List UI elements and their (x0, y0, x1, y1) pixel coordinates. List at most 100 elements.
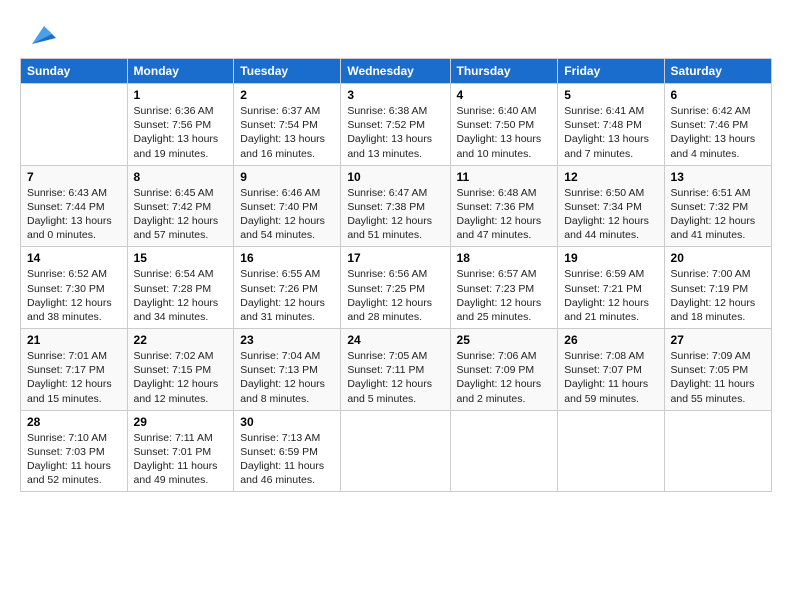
day-info: Sunrise: 7:04 AM Sunset: 7:13 PM Dayligh… (240, 349, 334, 406)
calendar-cell (558, 410, 664, 492)
calendar-cell (21, 84, 128, 166)
day-info: Sunrise: 6:59 AM Sunset: 7:21 PM Dayligh… (564, 267, 657, 324)
calendar-cell: 8 Sunrise: 6:45 AM Sunset: 7:42 PM Daylig… (127, 165, 234, 247)
day-number: 3 (347, 88, 443, 102)
day-number: 28 (27, 415, 121, 429)
week-row-4: 21 Sunrise: 7:01 AM Sunset: 7:17 PM Dayli… (21, 329, 772, 411)
page: SundayMondayTuesdayWednesdayThursdayFrid… (0, 0, 792, 612)
calendar-cell: 30 Sunrise: 7:13 AM Sunset: 6:59 PM Dayli… (234, 410, 341, 492)
day-number: 24 (347, 333, 443, 347)
day-number: 29 (134, 415, 228, 429)
calendar-table: SundayMondayTuesdayWednesdayThursdayFrid… (20, 58, 772, 492)
day-info: Sunrise: 7:11 AM Sunset: 7:01 PM Dayligh… (134, 431, 228, 488)
day-info: Sunrise: 6:48 AM Sunset: 7:36 PM Dayligh… (457, 186, 552, 243)
day-info: Sunrise: 6:38 AM Sunset: 7:52 PM Dayligh… (347, 104, 443, 161)
day-number: 19 (564, 251, 657, 265)
day-info: Sunrise: 7:06 AM Sunset: 7:09 PM Dayligh… (457, 349, 552, 406)
weekday-header-monday: Monday (127, 59, 234, 84)
header (20, 16, 772, 48)
calendar-cell: 24 Sunrise: 7:05 AM Sunset: 7:11 PM Dayli… (341, 329, 450, 411)
calendar-cell: 2 Sunrise: 6:37 AM Sunset: 7:54 PM Daylig… (234, 84, 341, 166)
calendar-cell: 4 Sunrise: 6:40 AM Sunset: 7:50 PM Daylig… (450, 84, 558, 166)
day-info: Sunrise: 6:56 AM Sunset: 7:25 PM Dayligh… (347, 267, 443, 324)
day-info: Sunrise: 6:43 AM Sunset: 7:44 PM Dayligh… (27, 186, 121, 243)
day-number: 13 (671, 170, 765, 184)
calendar-cell: 17 Sunrise: 6:56 AM Sunset: 7:25 PM Dayli… (341, 247, 450, 329)
calendar-cell: 20Sunrise: 7:00 AM Sunset: 7:19 PM Dayli… (664, 247, 771, 329)
calendar-cell: 7 Sunrise: 6:43 AM Sunset: 7:44 PM Daylig… (21, 165, 128, 247)
day-info: Sunrise: 6:46 AM Sunset: 7:40 PM Dayligh… (240, 186, 334, 243)
day-number: 25 (457, 333, 552, 347)
day-number: 9 (240, 170, 334, 184)
day-number: 4 (457, 88, 552, 102)
calendar-cell (450, 410, 558, 492)
calendar-cell: 5 Sunrise: 6:41 AM Sunset: 7:48 PM Daylig… (558, 84, 664, 166)
calendar-cell: 23 Sunrise: 7:04 AM Sunset: 7:13 PM Dayli… (234, 329, 341, 411)
calendar-cell: 29 Sunrise: 7:11 AM Sunset: 7:01 PM Dayli… (127, 410, 234, 492)
day-info: Sunrise: 6:50 AM Sunset: 7:34 PM Dayligh… (564, 186, 657, 243)
day-info: Sunrise: 6:47 AM Sunset: 7:38 PM Dayligh… (347, 186, 443, 243)
day-number: 12 (564, 170, 657, 184)
week-row-2: 7 Sunrise: 6:43 AM Sunset: 7:44 PM Daylig… (21, 165, 772, 247)
calendar-cell: 9 Sunrise: 6:46 AM Sunset: 7:40 PM Daylig… (234, 165, 341, 247)
logo (20, 16, 56, 48)
logo-icon (24, 16, 56, 48)
day-number: 7 (27, 170, 121, 184)
day-number: 8 (134, 170, 228, 184)
day-info: Sunrise: 7:05 AM Sunset: 7:11 PM Dayligh… (347, 349, 443, 406)
day-number: 2 (240, 88, 334, 102)
day-number: 21 (27, 333, 121, 347)
week-row-5: 28 Sunrise: 7:10 AM Sunset: 7:03 PM Dayli… (21, 410, 772, 492)
day-info: Sunrise: 6:42 AM Sunset: 7:46 PM Dayligh… (671, 104, 765, 161)
day-number: 17 (347, 251, 443, 265)
day-number: 22 (134, 333, 228, 347)
day-number: 30 (240, 415, 334, 429)
calendar-cell (664, 410, 771, 492)
day-info: Sunrise: 6:52 AM Sunset: 7:30 PM Dayligh… (27, 267, 121, 324)
day-number: 15 (134, 251, 228, 265)
day-info: Sunrise: 6:40 AM Sunset: 7:50 PM Dayligh… (457, 104, 552, 161)
weekday-header-thursday: Thursday (450, 59, 558, 84)
calendar-cell: 10 Sunrise: 6:47 AM Sunset: 7:38 PM Dayli… (341, 165, 450, 247)
week-row-1: 1Sunrise: 6:36 AM Sunset: 7:56 PM Daylig… (21, 84, 772, 166)
calendar-cell: 27Sunrise: 7:09 AM Sunset: 7:05 PM Dayli… (664, 329, 771, 411)
calendar-cell: 21 Sunrise: 7:01 AM Sunset: 7:17 PM Dayli… (21, 329, 128, 411)
day-number: 26 (564, 333, 657, 347)
day-number: 10 (347, 170, 443, 184)
day-info: Sunrise: 7:08 AM Sunset: 7:07 PM Dayligh… (564, 349, 657, 406)
day-number: 14 (27, 251, 121, 265)
day-info: Sunrise: 7:01 AM Sunset: 7:17 PM Dayligh… (27, 349, 121, 406)
day-number: 5 (564, 88, 657, 102)
calendar-cell: 11 Sunrise: 6:48 AM Sunset: 7:36 PM Dayli… (450, 165, 558, 247)
day-number: 23 (240, 333, 334, 347)
calendar-cell: 22 Sunrise: 7:02 AM Sunset: 7:15 PM Dayli… (127, 329, 234, 411)
weekday-header-saturday: Saturday (664, 59, 771, 84)
calendar-cell: 26 Sunrise: 7:08 AM Sunset: 7:07 PM Dayli… (558, 329, 664, 411)
calendar-cell: 12 Sunrise: 6:50 AM Sunset: 7:34 PM Dayli… (558, 165, 664, 247)
weekday-header-sunday: Sunday (21, 59, 128, 84)
weekday-header-friday: Friday (558, 59, 664, 84)
calendar-cell: 18 Sunrise: 6:57 AM Sunset: 7:23 PM Dayli… (450, 247, 558, 329)
day-info: Sunrise: 7:02 AM Sunset: 7:15 PM Dayligh… (134, 349, 228, 406)
day-info: Sunrise: 6:37 AM Sunset: 7:54 PM Dayligh… (240, 104, 334, 161)
calendar-cell: 16 Sunrise: 6:55 AM Sunset: 7:26 PM Dayli… (234, 247, 341, 329)
calendar-cell (341, 410, 450, 492)
day-number: 1 (134, 88, 228, 102)
day-info: Sunrise: 6:41 AM Sunset: 7:48 PM Dayligh… (564, 104, 657, 161)
day-info: Sunrise: 7:13 AM Sunset: 6:59 PM Dayligh… (240, 431, 334, 488)
calendar-cell: 6Sunrise: 6:42 AM Sunset: 7:46 PM Daylig… (664, 84, 771, 166)
weekday-header-wednesday: Wednesday (341, 59, 450, 84)
calendar-cell: 14 Sunrise: 6:52 AM Sunset: 7:30 PM Dayli… (21, 247, 128, 329)
weekday-header-tuesday: Tuesday (234, 59, 341, 84)
day-info: Sunrise: 7:09 AM Sunset: 7:05 PM Dayligh… (671, 349, 765, 406)
day-number: 11 (457, 170, 552, 184)
day-info: Sunrise: 6:54 AM Sunset: 7:28 PM Dayligh… (134, 267, 228, 324)
day-number: 16 (240, 251, 334, 265)
day-info: Sunrise: 6:51 AM Sunset: 7:32 PM Dayligh… (671, 186, 765, 243)
day-info: Sunrise: 6:45 AM Sunset: 7:42 PM Dayligh… (134, 186, 228, 243)
day-info: Sunrise: 6:57 AM Sunset: 7:23 PM Dayligh… (457, 267, 552, 324)
day-info: Sunrise: 6:55 AM Sunset: 7:26 PM Dayligh… (240, 267, 334, 324)
day-number: 20 (671, 251, 765, 265)
day-number: 18 (457, 251, 552, 265)
day-info: Sunrise: 7:10 AM Sunset: 7:03 PM Dayligh… (27, 431, 121, 488)
